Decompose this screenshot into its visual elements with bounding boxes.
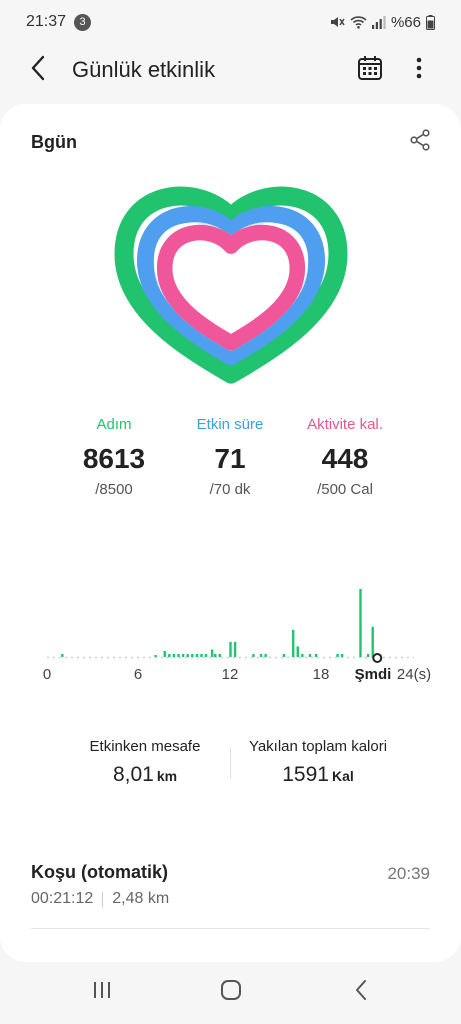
activity-rings-heart[interactable] <box>104 178 358 396</box>
chart-bar <box>61 653 64 657</box>
workout-name: Koşu (otomatik) <box>31 862 168 882</box>
workout-meta: 00:21:12 2,48 km <box>31 890 169 908</box>
system-nav-bar <box>0 962 461 1024</box>
status-icons: %66 <box>329 14 435 31</box>
chart-bar <box>229 641 232 657</box>
chart-bar <box>200 653 203 657</box>
workout-time: 20:39 <box>387 864 430 883</box>
chart-bar <box>296 646 299 657</box>
calories-unit: Kal <box>331 768 354 784</box>
chart-bar <box>282 653 286 657</box>
battery-icon <box>426 14 435 30</box>
workout-distance: 2,48 km <box>112 890 170 907</box>
distance-value: 8,01 <box>112 763 154 786</box>
distance-unit: km <box>156 768 178 784</box>
chart-bar <box>233 641 237 657</box>
status-bar: 21:37 3 %66 <box>0 0 461 44</box>
chart-bar <box>168 653 171 657</box>
workout-entry[interactable]: Koşu (otomatik) 20:39 00:21:12 2,48 km <box>0 852 461 932</box>
chart-bar <box>359 589 362 657</box>
calories-label: Yakılan toplam kalori <box>248 738 388 755</box>
home-button[interactable] <box>211 976 251 1008</box>
hourly-steps-chart[interactable]: 0 6 12 18 Şmdi 24(s) <box>0 578 461 698</box>
chart-bar <box>371 626 374 657</box>
chart-bar <box>291 629 295 657</box>
chart-bar <box>181 653 185 657</box>
chart-bar <box>340 653 344 657</box>
chart-bar <box>259 653 263 657</box>
chart-bar <box>172 653 176 657</box>
current-time-marker <box>372 653 383 663</box>
stat-value: 448 <box>321 443 369 474</box>
more-options-button[interactable] <box>404 54 434 86</box>
battery-text: %66 <box>390 13 421 31</box>
x-tick-label: 6 <box>133 666 143 683</box>
nav-back-button[interactable] <box>341 976 381 1008</box>
calories-value: 1591 <box>282 763 329 786</box>
summary-divider <box>230 748 231 778</box>
calendar-icon <box>357 55 383 86</box>
status-time: 21:37 <box>26 13 67 30</box>
chart-plot <box>47 589 414 663</box>
distance-value-row: 8,01 km <box>86 763 204 787</box>
chart-bar <box>264 653 267 657</box>
daily-activity-card: Bgün Adım 8613 /8500 Etkin süre 71 /70 d… <box>0 104 461 962</box>
chart-bar <box>204 653 208 657</box>
chart-bar <box>301 653 304 657</box>
stats-row: Adım 8613 /8500 Etkin süre 71 /70 dk Akt… <box>0 416 461 506</box>
calories-summary: Yakılan toplam kalori 1591 Kal <box>244 738 392 787</box>
workout-duration: 00:21:12 <box>31 890 94 907</box>
chart-bar <box>336 653 339 657</box>
x-tick-label: 24(s) <box>396 666 432 683</box>
back-button[interactable] <box>10 44 66 96</box>
chart-bar <box>154 655 157 657</box>
workout-meta-separator <box>102 891 104 907</box>
stat-goal: /500 Cal <box>317 481 373 498</box>
wifi-icon <box>350 15 367 29</box>
chart-bar <box>366 653 370 657</box>
signal-icon <box>371 15 386 29</box>
chart-bar <box>252 653 255 657</box>
stat-activity-calories[interactable]: Aktivite kal. 448 /500 Cal <box>270 416 420 498</box>
x-tick-label-now: Şmdi <box>354 666 392 683</box>
share-button[interactable] <box>404 126 436 158</box>
chart-bar <box>163 650 166 657</box>
chart-bar <box>186 653 189 657</box>
x-tick-label: 12 <box>221 666 239 683</box>
chart-bar <box>195 653 199 657</box>
workout-divider <box>31 928 430 929</box>
notification-count-badge: 3 <box>74 13 92 31</box>
page-title: Günlük etkinlik <box>72 57 216 82</box>
chart-bar <box>314 653 318 657</box>
share-icon <box>409 128 431 156</box>
calendar-button[interactable] <box>352 54 388 86</box>
recents-icon <box>92 980 112 1005</box>
chart-bar <box>210 649 214 657</box>
chart-bar <box>308 653 312 657</box>
card-title: Bgün <box>31 132 77 152</box>
chart-bar <box>218 653 221 657</box>
chart-bar <box>177 653 180 657</box>
x-tick-label: 18 <box>312 666 330 683</box>
distance-label: Etkinken mesafe <box>89 738 201 755</box>
back-arrow-icon <box>30 55 46 86</box>
app-bar: Günlük etkinlik <box>0 44 461 96</box>
more-vertical-icon <box>416 57 422 84</box>
recents-button[interactable] <box>82 976 122 1008</box>
x-tick-label: 0 <box>42 666 52 683</box>
home-icon <box>220 979 242 1006</box>
calories-value-row: 1591 Kal <box>244 763 392 787</box>
nav-back-icon <box>354 979 368 1006</box>
mute-icon <box>329 14 345 30</box>
chart-bar <box>214 653 217 657</box>
distance-summary: Etkinken mesafe 8,01 km <box>86 738 204 787</box>
summary-row: Etkinken mesafe 8,01 km Yakılan toplam ka… <box>0 738 461 798</box>
chart-bar <box>191 653 194 657</box>
stat-label: Aktivite kal. <box>307 416 383 433</box>
